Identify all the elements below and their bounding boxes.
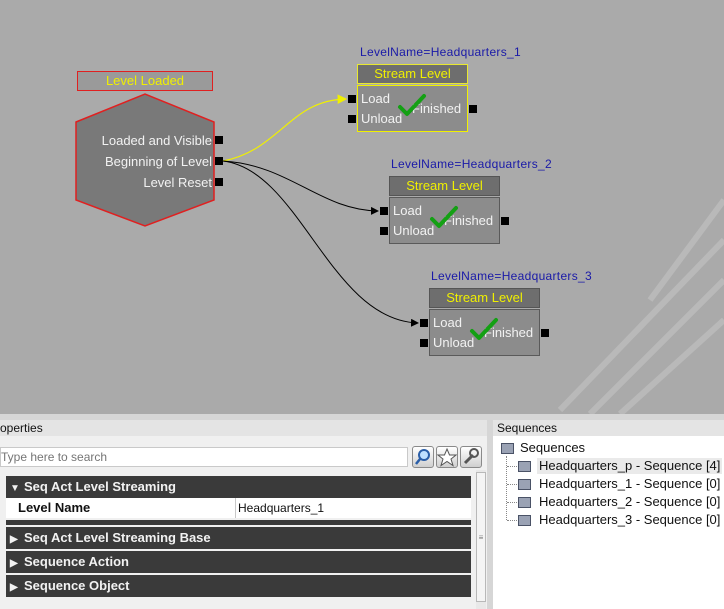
expand-arrow-icon: ▼ xyxy=(10,483,20,494)
category-label: Sequence Action xyxy=(24,554,129,569)
property-name: Level Name xyxy=(6,498,236,518)
tree-root-sequences[interactable]: Sequences xyxy=(520,440,585,456)
favorite-button[interactable] xyxy=(436,446,458,468)
sequence-folder-icon xyxy=(501,443,514,454)
tree-line xyxy=(507,466,517,467)
tree-line xyxy=(507,502,517,503)
tree-line xyxy=(507,484,517,485)
property-value[interactable]: Headquarters_1 xyxy=(238,498,324,518)
stream-node-2-load-connector[interactable] xyxy=(380,207,388,215)
tree-item-headquarters-1[interactable]: Headquarters_1 - Sequence [0] xyxy=(539,476,720,492)
collapse-arrow-icon: ▶ xyxy=(10,534,18,545)
stream-node-2-title[interactable]: Stream Level xyxy=(389,176,500,196)
link-to-headquarters-1 xyxy=(222,94,348,162)
sequences-pane: Sequences Sequences Headquarters_p - Seq… xyxy=(493,420,724,609)
stream-node-2-finished-connector[interactable] xyxy=(501,217,509,225)
tree-line xyxy=(507,520,517,521)
sequence-icon xyxy=(518,515,531,526)
tree-item-headquarters-2[interactable]: Headquarters_2 - Sequence [0] xyxy=(539,494,720,510)
category-sequence-object[interactable]: ▶ Sequence Object xyxy=(6,575,471,597)
category-seq-act-level-streaming-base[interactable]: ▶ Seq Act Level Streaming Base xyxy=(6,527,471,549)
stream-node-1-finished-connector[interactable] xyxy=(469,105,477,113)
properties-search-input[interactable] xyxy=(0,447,408,467)
search-icon xyxy=(415,449,430,465)
sequences-title: Sequences xyxy=(493,420,724,436)
stream-node-2-unload-connector[interactable] xyxy=(380,227,388,235)
wrench-icon xyxy=(463,448,479,465)
category-label: Seq Act Level Streaming Base xyxy=(24,530,211,545)
scrollbar-thumb[interactable]: ≡ xyxy=(476,472,486,602)
stream-node-3-finished-connector[interactable] xyxy=(541,329,549,337)
collapse-arrow-icon: ▶ xyxy=(10,558,18,569)
category-sequence-action[interactable]: ▶ Sequence Action xyxy=(6,551,471,573)
sequence-icon xyxy=(518,461,531,472)
stream-node-1-levelname: LevelName=Headquarters_1 xyxy=(360,45,521,59)
tree-item-headquarters-3[interactable]: Headquarters_3 - Sequence [0] xyxy=(539,512,720,528)
stream-node-1-title[interactable]: Stream Level xyxy=(357,64,468,84)
properties-scrollbar[interactable]: ≡ xyxy=(476,470,486,609)
checkmark-icon xyxy=(430,206,458,228)
checkmark-icon xyxy=(470,318,498,340)
collapse-arrow-icon: ▶ xyxy=(10,582,18,593)
stream-node-3-levelname: LevelName=Headquarters_3 xyxy=(431,269,592,283)
properties-title: operties xyxy=(0,420,487,436)
stream-node-3-title[interactable]: Stream Level xyxy=(429,288,540,308)
property-tools-button[interactable] xyxy=(460,446,482,468)
tree-item-headquarters-p[interactable]: Headquarters_p - Sequence [4] xyxy=(537,458,723,474)
stream-node-3-unload-connector[interactable] xyxy=(420,339,428,347)
stream-node-3-load-connector[interactable] xyxy=(420,319,428,327)
property-row-level-name[interactable]: Level Name Headquarters_1 xyxy=(6,498,471,518)
category-footer xyxy=(6,520,471,525)
stream-node-2-load: Load xyxy=(393,203,422,218)
category-seq-act-level-streaming[interactable]: ▼ Seq Act Level Streaming xyxy=(6,476,471,498)
graph-links xyxy=(222,94,419,327)
stream-node-3-load: Load xyxy=(433,315,462,330)
properties-pane: operties ▼ Seq Act Level Streaming Level … xyxy=(0,420,487,609)
sequence-graph-canvas[interactable]: Level Loaded Loaded and Visible Beginnin… xyxy=(0,0,724,414)
sequence-icon xyxy=(518,479,531,490)
category-label: Sequence Object xyxy=(24,578,130,593)
star-icon xyxy=(436,447,458,467)
search-button[interactable] xyxy=(412,446,434,468)
stream-node-1-load-connector[interactable] xyxy=(348,95,356,103)
category-label: Seq Act Level Streaming xyxy=(24,479,176,494)
checkmark-icon xyxy=(398,94,426,116)
stream-node-2-levelname: LevelName=Headquarters_2 xyxy=(391,157,552,171)
stream-node-1-load: Load xyxy=(361,91,390,106)
stream-node-1-unload-connector[interactable] xyxy=(348,115,356,123)
sequence-icon xyxy=(518,497,531,508)
